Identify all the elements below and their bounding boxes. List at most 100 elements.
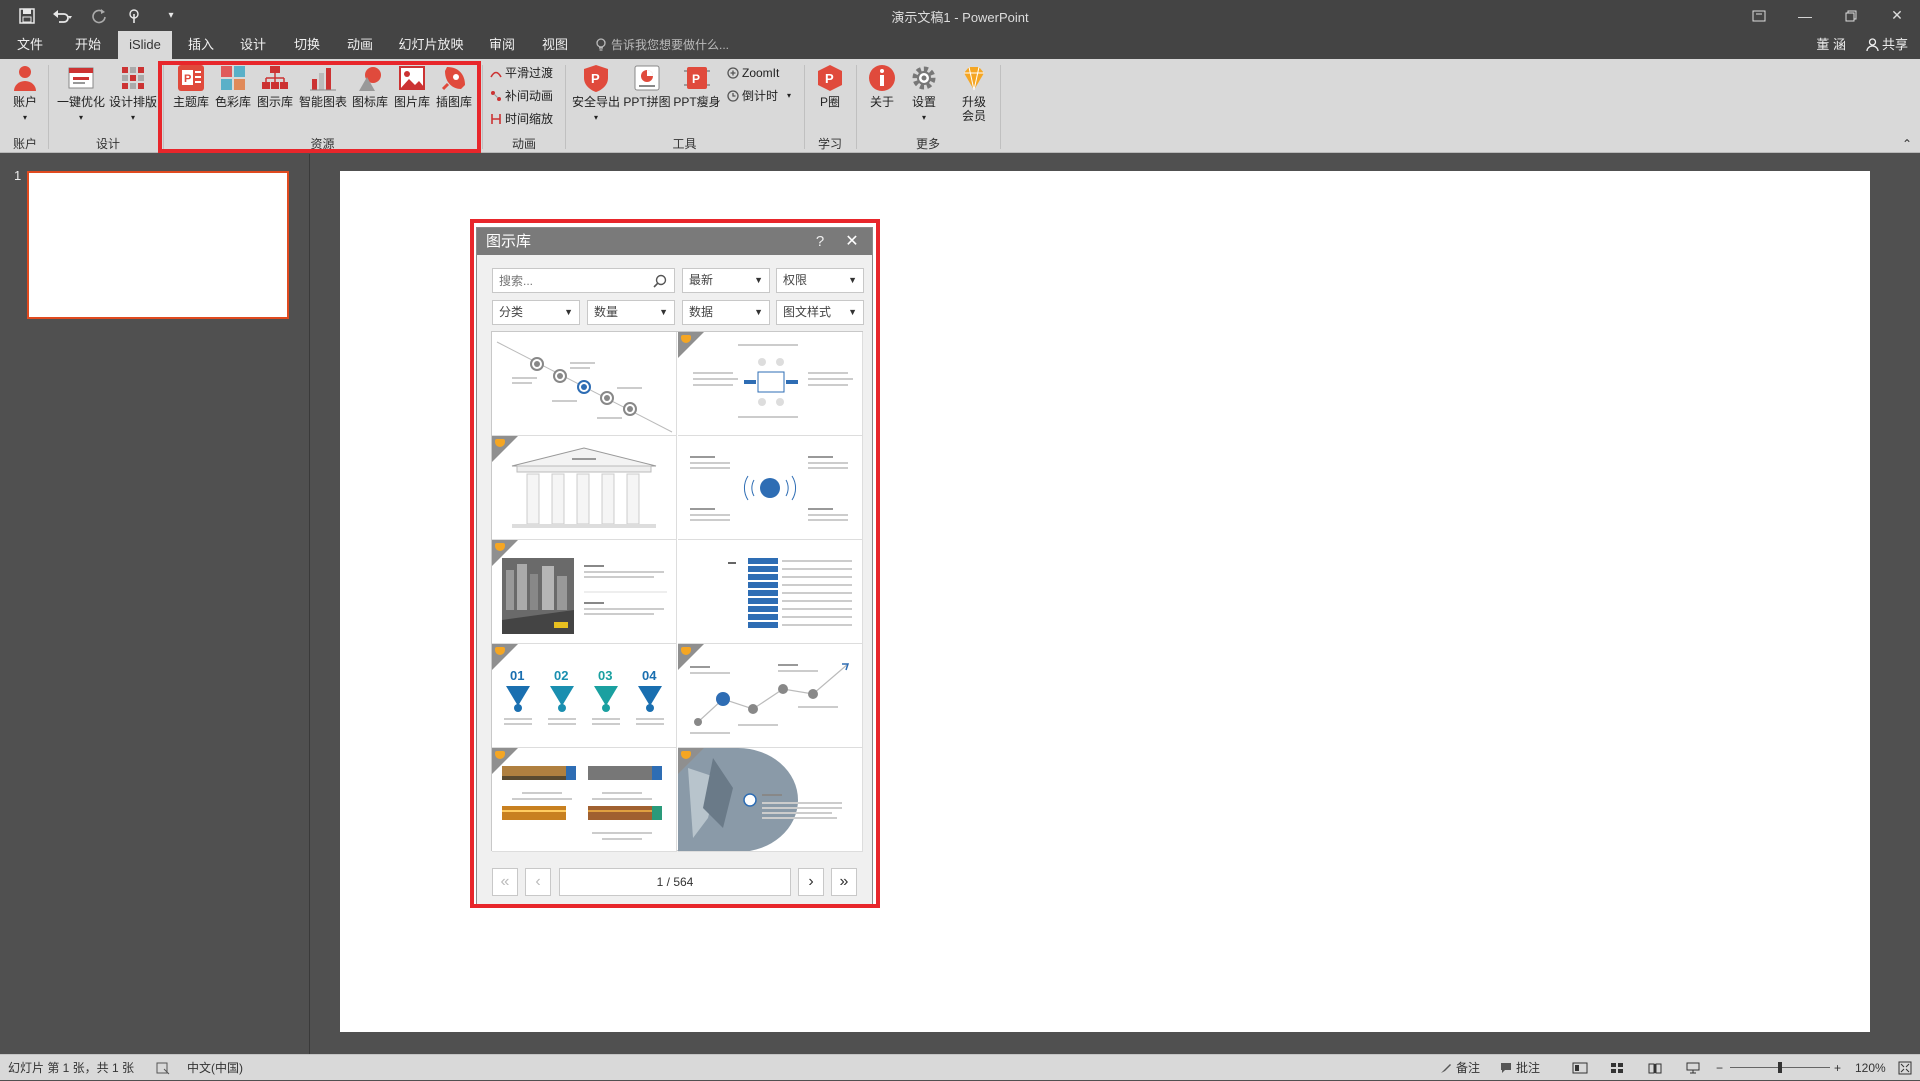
tab-design[interactable]: 设计	[233, 31, 273, 59]
tab-slideshow[interactable]: 幻灯片放映	[395, 31, 467, 59]
safe-export-button[interactable]: P 安全导出 ▾	[571, 63, 621, 125]
ribbon-tabs: 文件 开始 iSlide 插入 设计 切换 动画 幻灯片放映 审阅 视图 告诉我…	[0, 31, 1920, 59]
safe-export-label: 安全导出	[571, 95, 620, 109]
fit-to-window-icon[interactable]	[1898, 1055, 1912, 1081]
design-layout-button[interactable]: 设计排版 ▾	[108, 63, 158, 125]
gear-icon	[912, 66, 936, 90]
settings-label: 设置	[911, 95, 936, 109]
smooth-transition-label: 平滑过渡	[505, 66, 554, 80]
resources-highlight-box	[158, 61, 481, 153]
smooth-transition-button[interactable]: 平滑过渡	[490, 63, 553, 83]
group-more-label: 更多	[915, 137, 940, 151]
group-animation-label: 动画	[511, 137, 536, 151]
svg-text:P: P	[825, 71, 834, 86]
optimize-icon	[68, 67, 94, 89]
restore-icon[interactable]	[1828, 0, 1874, 31]
title-bar: ▾ 演示文稿1 - PowerPoint — ✕	[0, 0, 1920, 31]
tab-insert[interactable]: 插入	[181, 31, 221, 59]
slide-thumbnail-pane: 1	[0, 154, 310, 1054]
upgrade-member-button[interactable]: 升级 会员	[956, 63, 992, 123]
upgrade-label-1: 升级	[961, 95, 986, 109]
undo-icon[interactable]	[48, 4, 78, 27]
account-button[interactable]: 账户 ▾	[7, 63, 43, 125]
settings-button[interactable]: 设置 ▾	[906, 63, 942, 125]
countdown-button[interactable]: 倒计时 ▾	[727, 86, 791, 106]
group-separator	[804, 65, 805, 149]
notes-button[interactable]: 备注	[1440, 1055, 1480, 1081]
minimize-icon[interactable]: —	[1782, 0, 1828, 31]
shield-p-icon: P	[584, 65, 608, 92]
time-scale-button[interactable]: 时间缩放	[490, 109, 553, 129]
tab-animations[interactable]: 动画	[340, 31, 380, 59]
customize-qat-icon[interactable]: ▾	[156, 4, 186, 27]
slide-sorter-icon[interactable]	[1610, 1055, 1624, 1081]
tab-review[interactable]: 审阅	[482, 31, 522, 59]
upgrade-label-2: 会员	[961, 109, 986, 123]
share-button[interactable]: 共享	[1866, 31, 1908, 59]
p-circle-label: P圈	[819, 95, 840, 109]
collapse-ribbon-icon[interactable]: ⌃	[1902, 137, 1912, 151]
ribbon-display-options-icon[interactable]	[1736, 0, 1782, 31]
slide-count: 幻灯片 第 1 张，共 1 张	[8, 1061, 135, 1075]
vip-diamond-icon	[964, 66, 984, 91]
countdown-dropdown-icon[interactable]: ▾	[787, 86, 791, 106]
one-click-optimize-button[interactable]: 一键优化 ▾	[56, 63, 106, 125]
group-tools-label: 工具	[672, 137, 697, 151]
reading-view-icon[interactable]	[1648, 1055, 1662, 1081]
lightbulb-icon	[596, 38, 606, 51]
collage-icon	[634, 65, 660, 91]
tween-icon	[491, 91, 501, 101]
close-window-icon[interactable]: ✕	[1874, 0, 1920, 31]
info-icon	[869, 65, 895, 91]
group-separator	[48, 65, 49, 149]
slideshow-icon[interactable]	[1686, 1055, 1700, 1081]
quick-access-toolbar: ▾	[12, 4, 186, 27]
group-separator	[856, 65, 857, 149]
about-button[interactable]: 关于	[864, 63, 900, 109]
tell-me-box[interactable]: 告诉我您想要做什么...	[595, 31, 729, 59]
group-learn-label: 学习	[817, 137, 842, 151]
user-name[interactable]: 董 涵	[1816, 31, 1846, 59]
accessibility-icon[interactable]	[156, 1055, 170, 1081]
slide-thumbnail[interactable]	[27, 171, 289, 319]
touch-mode-icon[interactable]	[120, 4, 150, 27]
notes-icon	[1441, 1064, 1451, 1073]
layout-grid-icon	[122, 67, 144, 89]
comments-button[interactable]: 批注	[1500, 1055, 1540, 1081]
design-layout-label: 设计排版	[108, 95, 157, 109]
zoomit-button[interactable]: ZoomIt	[727, 63, 779, 83]
user-area: 董 涵 共享	[1816, 31, 1908, 59]
dialog-highlight-box	[470, 219, 880, 908]
zoom-plus-icon	[727, 67, 739, 79]
tween-animation-button[interactable]: 补间动画	[490, 86, 553, 106]
p-circle-icon: P	[818, 65, 842, 91]
account-label: 账户	[12, 95, 37, 109]
p-circle-button[interactable]: P P圈	[812, 63, 848, 109]
tab-view[interactable]: 视图	[535, 31, 575, 59]
language-indicator[interactable]: 中文(中国)	[187, 1055, 243, 1081]
countdown-label: 倒计时	[742, 89, 779, 103]
tab-islide[interactable]: iSlide	[118, 31, 172, 59]
slim-icon: P	[684, 67, 710, 89]
slide-number: 1	[14, 168, 22, 183]
zoom-out-button[interactable]: −	[1716, 1055, 1723, 1081]
tab-transitions[interactable]: 切换	[287, 31, 327, 59]
tween-animation-label: 补间动画	[505, 89, 554, 103]
tab-file[interactable]: 文件	[10, 31, 50, 59]
ppt-collage-button[interactable]: PPT拼图	[623, 63, 671, 109]
ppt-collage-label: PPT拼图	[623, 95, 671, 109]
group-separator	[565, 65, 566, 149]
redo-icon[interactable]	[84, 4, 114, 27]
zoom-in-button[interactable]: +	[1834, 1055, 1841, 1081]
window-title: 演示文稿1 - PowerPoint	[891, 10, 1029, 25]
normal-view-icon[interactable]	[1572, 1055, 1588, 1081]
ppt-slim-button[interactable]: P PPT瘦身	[673, 63, 721, 109]
zoom-slider[interactable]	[1730, 1055, 1830, 1081]
save-icon[interactable]	[12, 4, 42, 27]
tab-home[interactable]: 开始	[68, 31, 108, 59]
one-click-optimize-label: 一键优化	[56, 95, 105, 109]
zoom-level[interactable]: 120%	[1855, 1055, 1886, 1081]
comments-label: 批注	[1516, 1061, 1541, 1075]
tell-me-text: 告诉我您想要做什么...	[611, 38, 730, 52]
account-icon	[14, 66, 36, 91]
